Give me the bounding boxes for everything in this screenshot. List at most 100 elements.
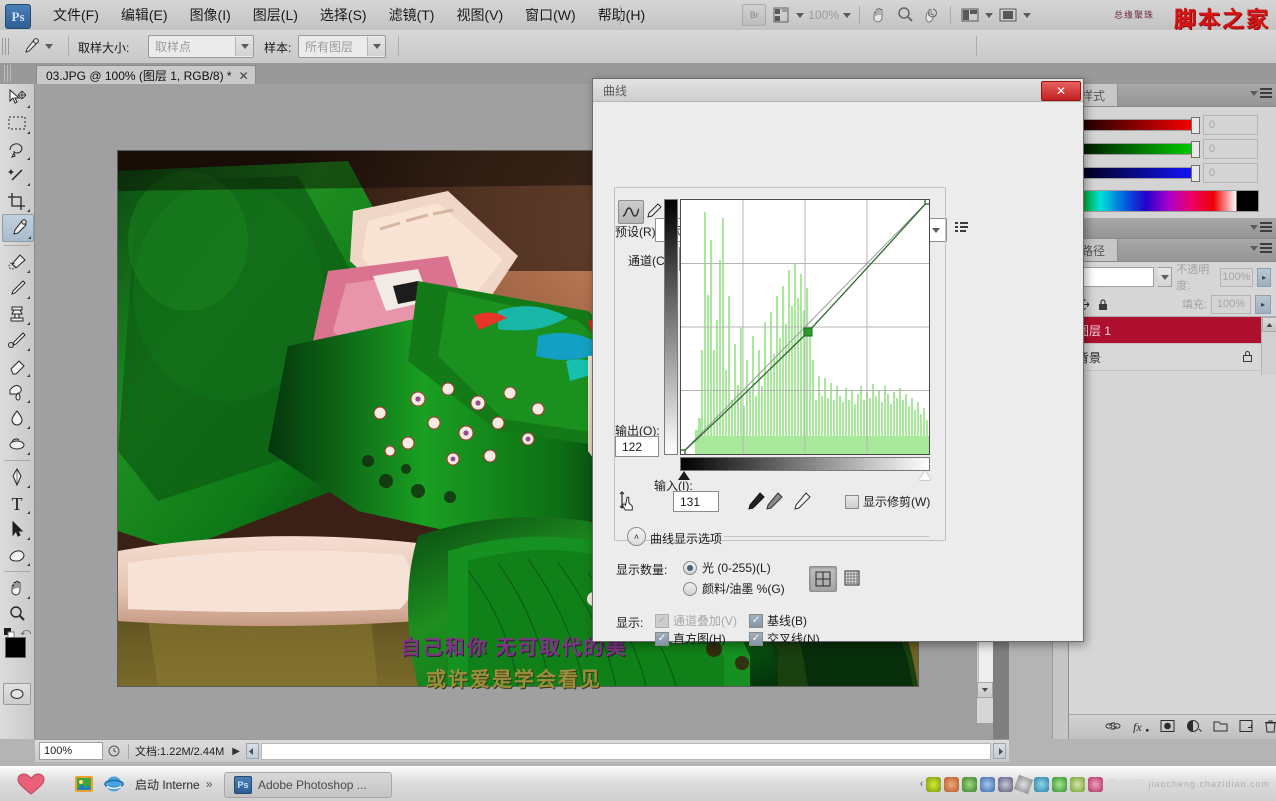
- tray-icon-4[interactable]: [980, 777, 995, 792]
- tray-icon-1[interactable]: [926, 777, 941, 792]
- quick-mask-toggle[interactable]: [3, 683, 31, 705]
- red-slider-thumb[interactable]: [1191, 117, 1200, 134]
- input-input[interactable]: 131: [673, 491, 719, 512]
- panel-chevron-down-icon[interactable]: [1250, 91, 1258, 96]
- overflow-chevron-icon[interactable]: »: [206, 777, 213, 791]
- baseline-checkbox[interactable]: ✓ 基线(B): [749, 612, 807, 629]
- add-mask-icon[interactable]: [1160, 719, 1175, 736]
- tray-show-hidden-icon[interactable]: ‹: [920, 778, 924, 790]
- panel-chevron-down-icon-3[interactable]: [1250, 246, 1258, 251]
- arrange-documents-icon[interactable]: [959, 5, 981, 25]
- sample-size-select[interactable]: 取样点: [148, 35, 254, 58]
- blue-value-input[interactable]: 0: [1203, 163, 1258, 183]
- menu-image[interactable]: 图像(I): [179, 2, 242, 28]
- default-colors-icon[interactable]: [4, 628, 13, 637]
- shape-tool[interactable]: [2, 542, 32, 568]
- zoom-tool-icon[interactable]: [894, 5, 916, 25]
- scroll-down-button[interactable]: [977, 682, 993, 698]
- tray-icon-6[interactable]: [1014, 774, 1033, 793]
- tray-icon-3[interactable]: [962, 777, 977, 792]
- tray-icon-9[interactable]: [1070, 777, 1085, 792]
- tray-icon-2[interactable]: [944, 777, 959, 792]
- grid-quarter-button[interactable]: [809, 566, 837, 592]
- sample-chevron-down-icon[interactable]: [367, 37, 385, 56]
- hand-tool[interactable]: [2, 575, 32, 601]
- layer-style-fx-icon[interactable]: fx: [1132, 719, 1149, 736]
- blur-tool[interactable]: [2, 405, 32, 431]
- path-selection-tool[interactable]: [2, 516, 32, 542]
- brush-tool[interactable]: [2, 275, 32, 301]
- menu-window[interactable]: 窗口(W): [514, 2, 587, 28]
- red-value-input[interactable]: 0: [1203, 115, 1258, 135]
- menu-layer[interactable]: 图层(L): [242, 2, 309, 28]
- white-point-slider[interactable]: [919, 471, 931, 480]
- white-point-eyedropper[interactable]: [789, 490, 813, 514]
- green-slider-track[interactable]: [1077, 143, 1197, 155]
- curves-dialog[interactable]: 曲线 ✕ 预设(R): 自定 通道(C): 绿: [592, 78, 1084, 642]
- color-slider-green[interactable]: 0: [1077, 137, 1269, 161]
- color-slider-red[interactable]: 0: [1077, 113, 1269, 137]
- arrange-chevron-down-icon[interactable]: [985, 13, 993, 18]
- amount-light-radio[interactable]: 光 (0-255)(L): [683, 559, 771, 576]
- move-tool[interactable]: [2, 84, 32, 110]
- blue-slider-track[interactable]: [1077, 167, 1197, 179]
- curves-dialog-titlebar[interactable]: 曲线 ✕: [593, 79, 1083, 102]
- menu-file[interactable]: 文件(F): [42, 2, 110, 28]
- table-row[interactable]: 背景: [1069, 344, 1276, 371]
- delete-layer-icon[interactable]: [1264, 719, 1276, 736]
- curves-graph-area[interactable]: [664, 199, 930, 455]
- opacity-value[interactable]: 100%: [1220, 268, 1254, 287]
- checkbox-box[interactable]: ✓: [749, 632, 763, 646]
- menu-help[interactable]: 帮助(H): [587, 2, 656, 28]
- quicklaunch-label[interactable]: 启动 Interne »: [126, 772, 221, 796]
- marquee-tool[interactable]: [2, 110, 32, 136]
- layers-panel-menu-button[interactable]: [1250, 243, 1272, 253]
- preset-options-menu-icon[interactable]: [954, 220, 970, 239]
- curve-options-collapse-icon[interactable]: ˄: [627, 527, 646, 546]
- clone-stamp-tool[interactable]: [2, 301, 32, 327]
- history-brush-tool[interactable]: [2, 327, 32, 353]
- checkbox-box[interactable]: ✓: [749, 614, 763, 628]
- curves-plot[interactable]: [680, 199, 930, 455]
- taskbar-task-photoshop[interactable]: Ps Adobe Photoshop ...: [224, 772, 392, 798]
- sample-size-chevron-down-icon[interactable]: [235, 37, 253, 56]
- link-layers-icon[interactable]: [1105, 719, 1121, 736]
- output-input[interactable]: 122: [615, 436, 659, 457]
- layer-scroll-up-button[interactable]: [1262, 317, 1276, 332]
- zoom-chevron-down-icon[interactable]: [843, 13, 851, 18]
- blend-mode-chevron-down-icon[interactable]: [1158, 267, 1172, 287]
- gray-point-eyedropper[interactable]: [761, 490, 785, 514]
- layer-list-scrollbar[interactable]: [1261, 317, 1276, 375]
- close-icon[interactable]: ✕: [239, 69, 249, 83]
- hamburger-icon-3[interactable]: [1260, 243, 1272, 253]
- tray-icon-5[interactable]: [998, 777, 1013, 792]
- hscroll-left-button[interactable]: [246, 743, 259, 759]
- color-swatches[interactable]: ⤺: [0, 631, 34, 677]
- intersection-line-checkbox[interactable]: ✓ 交叉线(N): [749, 630, 820, 647]
- checkbox-box[interactable]: [845, 495, 859, 509]
- tool-preset-chevron-down-icon[interactable]: [45, 44, 53, 49]
- type-tool[interactable]: T: [2, 490, 32, 516]
- green-value-input[interactable]: 0: [1203, 139, 1258, 159]
- histogram-checkbox[interactable]: ✓ 直方图(H): [655, 630, 726, 647]
- red-slider-track[interactable]: [1077, 119, 1197, 131]
- amount-pigment-radio[interactable]: 颜料/油墨 %(G): [683, 580, 785, 597]
- menu-select[interactable]: 选择(S): [309, 2, 378, 28]
- curve-edit-point-tool[interactable]: [618, 200, 644, 224]
- healing-brush-tool[interactable]: [2, 249, 32, 275]
- swatches-panel-menu-button[interactable]: [1250, 222, 1272, 232]
- eyedropper-tool[interactable]: [2, 214, 34, 242]
- curve-pencil-tool[interactable]: [645, 200, 663, 222]
- foreground-color-swatch[interactable]: [5, 637, 26, 658]
- color-spectrum-ramp[interactable]: [1077, 190, 1259, 212]
- tray-icon-8[interactable]: [1052, 777, 1067, 792]
- quicklaunch-ie-icon[interactable]: [104, 774, 124, 794]
- channel-overlay-checkbox[interactable]: ✓ 通道叠加(V): [655, 612, 737, 629]
- radio-dot[interactable]: [683, 582, 697, 596]
- hamburger-icon-2[interactable]: [1260, 222, 1272, 232]
- hamburger-icon[interactable]: [1260, 88, 1272, 98]
- menu-view[interactable]: 视图(V): [445, 2, 514, 28]
- show-clipping-checkbox[interactable]: 显示修剪(W): [845, 493, 930, 510]
- horizontal-scroll-track[interactable]: [261, 743, 991, 760]
- options-bar-grip[interactable]: [2, 38, 9, 55]
